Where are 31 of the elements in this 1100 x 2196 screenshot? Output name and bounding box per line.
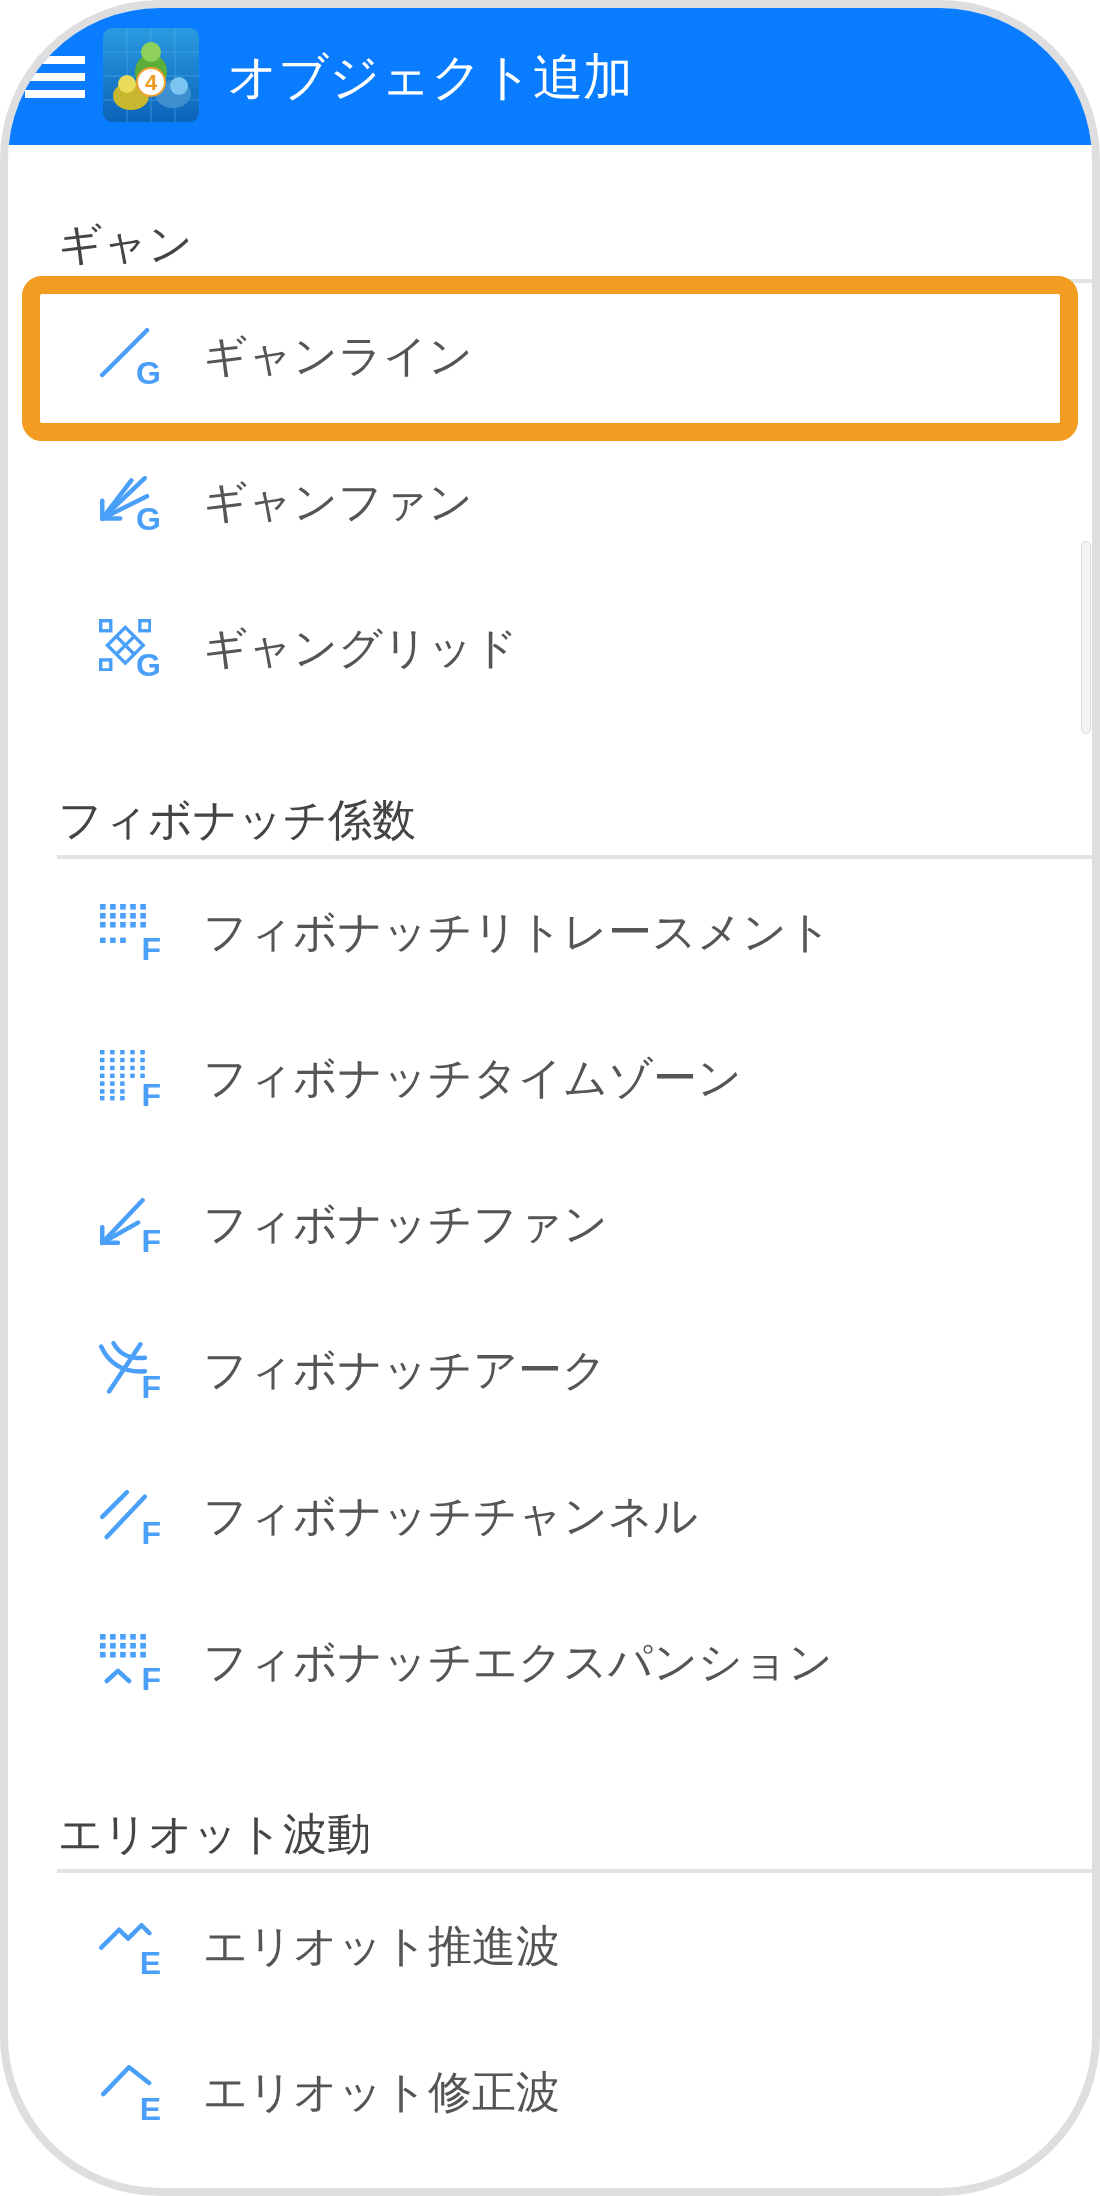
icon-letter: G (136, 360, 161, 386)
object-menu-item[interactable]: ギャンライン (203, 330, 473, 382)
object-menu-item[interactable]: ギャンファン (203, 476, 473, 528)
screen-title: オブジェクト追加 (227, 46, 633, 107)
icon-letter: G (136, 506, 161, 532)
icon-letter: F (141, 1228, 161, 1254)
object-menu-item[interactable]: フィボナッチリトレースメント (203, 906, 832, 958)
icon-letter: F (141, 1082, 161, 1108)
object-menu-item[interactable]: フィボナッチチャンネル (203, 1490, 698, 1542)
object-menu-item[interactable]: エリオット修正波 (203, 2066, 560, 2118)
app-logo-icon: 4 (103, 27, 199, 122)
object-menu-item[interactable]: フィボナッチエクスパンション (203, 1636, 833, 1688)
icon-letter: F (141, 1374, 161, 1400)
icon-letter: G (136, 652, 161, 678)
section-heading: フィボナッチ係数 (58, 797, 416, 843)
object-menu-item[interactable]: フィボナッチファン (203, 1198, 608, 1250)
icon-letter: F (141, 1520, 161, 1546)
object-menu-item[interactable]: フィボナッチタイムゾーン (203, 1052, 742, 1104)
peak-line-icon (101, 2065, 152, 2097)
object-menu-item[interactable]: フィボナッチアーク (203, 1344, 607, 1396)
section-heading: ギャン (58, 221, 193, 267)
icon-letter: E (139, 1950, 161, 1976)
object-menu-item[interactable]: エリオット推進波 (203, 1920, 560, 1972)
icon-letter: F (141, 1666, 161, 1692)
icon-letter: F (141, 936, 161, 962)
zigzag-line-icon (99, 1922, 152, 1950)
object-menu-item[interactable]: ギャングリッド (203, 622, 518, 674)
section-heading: エリオット波動 (58, 1811, 371, 1857)
icon-letter: E (139, 2096, 161, 2122)
menu-icon[interactable] (25, 55, 85, 98)
scrollbar-thumb[interactable] (1081, 541, 1091, 734)
